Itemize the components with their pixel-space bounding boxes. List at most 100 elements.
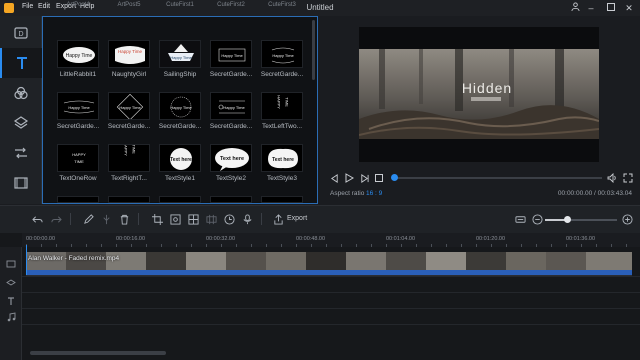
text-template-thumbnail[interactable]: Happy Time bbox=[261, 40, 303, 68]
sidebar-item-filter[interactable] bbox=[0, 78, 42, 108]
ruler-tick bbox=[566, 244, 567, 247]
timeline-scrollbar[interactable] bbox=[30, 351, 166, 355]
toolbar-divider bbox=[138, 213, 139, 225]
ruler-tick bbox=[266, 244, 267, 247]
timeline-playhead[interactable] bbox=[26, 245, 27, 275]
next-frame-button[interactable] bbox=[358, 172, 370, 184]
playback-progress-handle[interactable] bbox=[391, 174, 398, 181]
sidebar-item-media[interactable]: D bbox=[0, 18, 42, 48]
tile-text: Text here bbox=[170, 157, 192, 163]
text-template-thumbnail[interactable]: Happy Time bbox=[159, 92, 201, 120]
split-icon[interactable] bbox=[100, 213, 112, 225]
voiceover-icon[interactable] bbox=[241, 213, 253, 225]
text-template-thumbnail[interactable] bbox=[261, 196, 303, 203]
text-template-thumbnail[interactable] bbox=[210, 196, 252, 203]
ruler-tick bbox=[581, 244, 582, 247]
account-icon[interactable] bbox=[568, 1, 582, 15]
redo-icon[interactable] bbox=[50, 213, 62, 225]
ruler-tick-label: 00:00:48.00 bbox=[296, 236, 326, 242]
edit-pen-icon[interactable] bbox=[82, 213, 94, 225]
sidebar-item-transition[interactable] bbox=[0, 138, 42, 168]
svg-text:D: D bbox=[18, 31, 23, 38]
library-header-label: CuteFirst2 bbox=[217, 2, 245, 8]
mosaic-icon[interactable] bbox=[187, 213, 199, 225]
tile-text: TIME bbox=[132, 145, 137, 154]
timeline-zoom-handle[interactable] bbox=[564, 216, 571, 223]
template-label: SecretGarde... bbox=[107, 123, 151, 130]
ruler-tick bbox=[521, 244, 522, 247]
text-template-thumbnail[interactable]: Text here bbox=[210, 144, 252, 172]
track-divider bbox=[22, 324, 640, 325]
delete-icon[interactable] bbox=[118, 213, 130, 225]
text-template-thumbnail[interactable]: HAPPY TIME bbox=[261, 92, 303, 120]
library-scrollbar[interactable] bbox=[312, 20, 315, 80]
filter-icon bbox=[14, 86, 28, 100]
ruler-tick bbox=[461, 244, 462, 247]
undo-icon[interactable] bbox=[31, 213, 43, 225]
library-header-label: ArtPost5 bbox=[117, 2, 141, 8]
prev-frame-button[interactable] bbox=[328, 172, 340, 184]
ruler-tick bbox=[236, 244, 237, 247]
text-template-thumbnail[interactable]: Happy Time bbox=[108, 40, 150, 68]
text-template-thumbnail[interactable]: Text here bbox=[159, 144, 201, 172]
ruler-tick bbox=[221, 244, 222, 247]
text-template-thumbnail[interactable]: Happy Time bbox=[57, 92, 99, 120]
library-header-label: CuteFirst1 bbox=[166, 2, 194, 8]
media-icon: D bbox=[14, 27, 28, 39]
freeze-frame-icon[interactable] bbox=[205, 213, 217, 225]
export-icon[interactable] bbox=[272, 213, 284, 225]
ruler-tick bbox=[251, 244, 252, 247]
zoom-out-icon[interactable] bbox=[531, 213, 543, 225]
play-button[interactable] bbox=[343, 172, 355, 184]
text-template-thumbnail[interactable]: Happy Time bbox=[108, 92, 150, 120]
timeline-ruler[interactable] bbox=[22, 233, 640, 247]
text-template-thumbnail[interactable]: Text here bbox=[261, 144, 303, 172]
minimize-icon[interactable]: – bbox=[584, 1, 598, 15]
text-template-thumbnail[interactable]: HAPPY TIME bbox=[108, 144, 150, 172]
template-label: SecretGarde... bbox=[158, 123, 202, 130]
transition-icon bbox=[15, 147, 27, 159]
video-frame-image: Hidden bbox=[359, 49, 599, 139]
text-template-thumbnail[interactable]: Happy Time bbox=[159, 40, 201, 68]
text-template-thumbnail[interactable] bbox=[57, 196, 99, 203]
text-template-thumbnail[interactable] bbox=[108, 196, 150, 203]
ruler-tick bbox=[116, 244, 117, 247]
ruler-tick bbox=[101, 244, 102, 247]
close-icon[interactable]: ✕ bbox=[622, 1, 636, 15]
volume-icon[interactable] bbox=[606, 172, 618, 184]
tile-text: HAPPY bbox=[277, 95, 282, 109]
element-icon bbox=[14, 177, 28, 189]
ruler-tick bbox=[551, 244, 552, 247]
ruler-tick bbox=[41, 244, 42, 247]
maximize-icon[interactable] bbox=[604, 1, 618, 15]
template-label: TextRightT... bbox=[111, 175, 147, 182]
track-divider bbox=[22, 292, 640, 293]
template-label: SecretGarde... bbox=[209, 123, 253, 130]
sidebar-item-text[interactable] bbox=[0, 48, 42, 78]
aspect-ratio-value[interactable]: 16 : 9 bbox=[366, 190, 382, 197]
stop-button[interactable] bbox=[373, 172, 385, 184]
text-template-thumbnail[interactable]: Happy Time bbox=[210, 92, 252, 120]
ruler-tick bbox=[131, 244, 132, 247]
text-template-thumbnail[interactable]: Happy Time bbox=[57, 40, 99, 68]
text-template-thumbnail[interactable]: Happy Time bbox=[210, 40, 252, 68]
playback-progress-track[interactable] bbox=[394, 177, 602, 179]
zoom-frame-icon[interactable] bbox=[169, 213, 181, 225]
sidebar-item-overlay[interactable] bbox=[0, 108, 42, 138]
playback-time: 00:00:00.00 / 00:03:43.04 bbox=[557, 190, 632, 197]
duration-icon[interactable] bbox=[223, 213, 235, 225]
ruler-tick bbox=[161, 244, 162, 247]
video-track-icon bbox=[5, 258, 17, 270]
text-template-thumbnail[interactable] bbox=[159, 196, 201, 203]
fit-timeline-icon[interactable] bbox=[514, 213, 526, 225]
crop-icon[interactable] bbox=[151, 213, 163, 225]
export-button[interactable]: Export bbox=[287, 215, 307, 222]
ruler-tick bbox=[431, 244, 432, 247]
ruler-tick bbox=[71, 244, 72, 247]
ruler-tick bbox=[281, 244, 282, 247]
overlay-track-icon bbox=[5, 278, 17, 290]
fullscreen-icon[interactable] bbox=[622, 172, 634, 184]
text-template-thumbnail[interactable]: HAPPY TIME bbox=[57, 144, 99, 172]
zoom-in-icon[interactable] bbox=[621, 213, 633, 225]
sidebar-item-element[interactable] bbox=[0, 168, 42, 198]
